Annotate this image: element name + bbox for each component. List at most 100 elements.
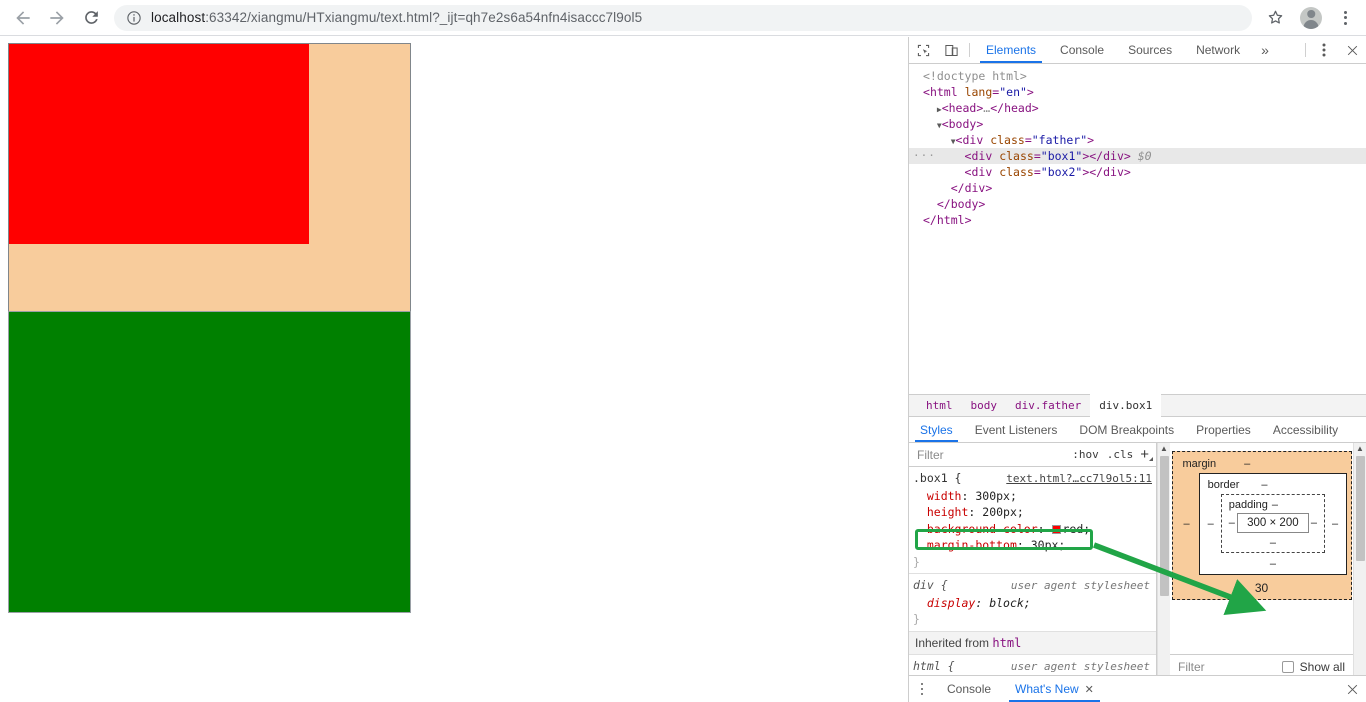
- dom-line-html[interactable]: <html lang="en">: [909, 84, 1366, 100]
- box-model-border[interactable]: border – – padding – – 300 × 200 – – – –: [1198, 473, 1348, 575]
- dom-line-body[interactable]: ▼<body>: [909, 116, 1366, 132]
- devtools-settings-button[interactable]: [1310, 37, 1338, 63]
- tab-network[interactable]: Network: [1184, 37, 1252, 63]
- declaration-background-color-prop[interactable]: background-color: [927, 522, 1038, 536]
- address-bar-url: localhost:63342/xiangmu/HTxiangmu/text.h…: [151, 10, 642, 25]
- dom-line-head[interactable]: ▶<head>…</head>: [909, 100, 1366, 116]
- box-model-margin-left[interactable]: –: [1181, 518, 1193, 530]
- style-rule-html-source: user agent stylesheet: [1010, 660, 1150, 673]
- subtab-dom-breakpoints[interactable]: DOM Breakpoints: [1068, 417, 1185, 442]
- style-rules-scrollbar[interactable]: ▲ ▼: [1157, 443, 1170, 702]
- declaration-margin-bottom[interactable]: margin-bottom: 30px;: [909, 537, 1156, 554]
- inherited-from-node[interactable]: html: [992, 636, 1021, 650]
- page-box2-green[interactable]: [8, 311, 411, 613]
- dom-line-close-father[interactable]: </div>: [909, 180, 1366, 196]
- show-all-checkbox[interactable]: [1281, 661, 1294, 673]
- box-model-margin-label: margin: [1182, 458, 1217, 470]
- more-tabs-button[interactable]: »: [1252, 37, 1278, 63]
- breadcrumb-item-body[interactable]: body: [962, 394, 1007, 417]
- scrollbar-thumb[interactable]: [1159, 456, 1169, 596]
- reload-button[interactable]: [74, 1, 108, 35]
- drawer-tab-whats-new-label: What's New: [1015, 682, 1079, 696]
- box-model-border-left[interactable]: –: [1206, 518, 1216, 530]
- box-model-border-top[interactable]: –: [1261, 479, 1267, 491]
- subtab-accessibility[interactable]: Accessibility: [1262, 417, 1349, 442]
- computed-scroll-up-arrow-icon[interactable]: ▲: [1356, 443, 1364, 455]
- style-rules-list[interactable]: .box1 { text.html?…cc7l9ol5:11 width: 30…: [909, 467, 1156, 702]
- style-rule-div[interactable]: div { user agent stylesheet display: blo…: [909, 574, 1156, 632]
- box-model-padding-right[interactable]: –: [1309, 517, 1319, 529]
- subtab-event-listeners[interactable]: Event Listeners: [964, 417, 1069, 442]
- declaration-background-color-value[interactable]: red;: [1063, 522, 1091, 536]
- dom-line-div-box1[interactable]: ··· <div class="box1"></div> $0: [909, 148, 1366, 164]
- declaration-width[interactable]: width: 300px;: [909, 488, 1156, 505]
- computed-pane-scrollbar[interactable]: ▲ ▼: [1353, 443, 1366, 702]
- color-swatch-red[interactable]: [1051, 524, 1061, 534]
- declaration-height-value[interactable]: 200px;: [982, 505, 1024, 519]
- dom-row-menu-icon[interactable]: ···: [913, 148, 936, 164]
- dom-line-close-body[interactable]: </body>: [909, 196, 1366, 212]
- force-state-hov-button[interactable]: :hov: [1068, 448, 1103, 461]
- box-model-padding-left[interactable]: –: [1227, 517, 1237, 529]
- box-model-padding-bottom[interactable]: –: [1227, 537, 1319, 549]
- box-model-content-size[interactable]: 300 × 200: [1236, 513, 1309, 533]
- dom-line-close-html[interactable]: </html>: [909, 212, 1366, 228]
- device-toolbar-icon: [944, 44, 958, 56]
- drawer-tab-close-icon[interactable]: ✕: [1085, 683, 1094, 696]
- box-model-padding[interactable]: padding – – 300 × 200 – –: [1220, 494, 1325, 553]
- styles-filter-input[interactable]: Filter: [917, 448, 1068, 462]
- breadcrumb-item-html[interactable]: html: [917, 394, 962, 417]
- declaration-width-prop[interactable]: width: [927, 489, 962, 503]
- box-model-padding-top[interactable]: –: [1272, 499, 1278, 511]
- devtools-close-button[interactable]: [1338, 37, 1366, 63]
- declaration-margin-bottom-value[interactable]: 30px;: [1031, 538, 1066, 552]
- breadcrumb-item-div-box1[interactable]: div.box1: [1090, 394, 1162, 417]
- declaration-height-prop[interactable]: height: [927, 505, 969, 519]
- dom-tree[interactable]: <!doctype html> <html lang="en"> ▶<head>…: [909, 64, 1366, 394]
- profile-button[interactable]: [1296, 3, 1326, 33]
- scroll-up-arrow-icon[interactable]: ▲: [1160, 443, 1168, 455]
- dom-line-div-father[interactable]: ▼<div class="father">: [909, 132, 1366, 148]
- style-rule-div-selector: div {: [913, 578, 948, 592]
- box-model-margin[interactable]: margin – – border – – padding – – 300 × …: [1171, 451, 1352, 600]
- dom-line-doctype[interactable]: <!doctype html>: [909, 68, 1366, 84]
- drawer-close-button[interactable]: [1337, 676, 1366, 702]
- inspect-element-button[interactable]: [909, 37, 937, 63]
- style-rule-box1-selector[interactable]: .box1 {: [913, 470, 961, 487]
- style-rule-box1-source-link[interactable]: text.html?…cc7l9ol5:11: [1006, 471, 1152, 488]
- dom-line-div-box2[interactable]: <div class="box2"></div>: [909, 164, 1366, 180]
- tab-elements[interactable]: Elements: [974, 37, 1048, 63]
- computed-scrollbar-thumb[interactable]: [1355, 456, 1365, 561]
- subtab-styles[interactable]: Styles: [909, 417, 964, 442]
- new-style-rule-button[interactable]: +: [1137, 447, 1153, 462]
- close-icon: [1347, 684, 1357, 694]
- drawer-tab-whats-new[interactable]: What's New ✕: [1003, 676, 1106, 702]
- tab-console[interactable]: Console: [1048, 37, 1116, 63]
- page-box1-red[interactable]: [9, 44, 309, 244]
- browser-menu-button[interactable]: [1332, 3, 1358, 33]
- inherited-from-text: Inherited from: [915, 635, 990, 650]
- device-toolbar-button[interactable]: [937, 37, 965, 63]
- computed-filter-input[interactable]: Filter: [1178, 660, 1276, 674]
- element-classes-button[interactable]: .cls: [1103, 448, 1138, 461]
- bookmark-button[interactable]: [1260, 3, 1290, 33]
- show-all-label[interactable]: Show all: [1300, 660, 1345, 674]
- back-button[interactable]: [6, 1, 40, 35]
- drawer-menu-button[interactable]: [909, 676, 935, 702]
- tab-sources[interactable]: Sources: [1116, 37, 1184, 63]
- declaration-height[interactable]: height: 200px;: [909, 504, 1156, 521]
- drawer-tab-console[interactable]: Console: [935, 676, 1003, 702]
- breadcrumb-item-div-father[interactable]: div.father: [1006, 394, 1090, 417]
- declaration-background-color[interactable]: background-color: red;: [909, 521, 1156, 538]
- style-rule-box1[interactable]: .box1 { text.html?…cc7l9ol5:11 width: 30…: [909, 467, 1156, 574]
- box-model-border-bottom[interactable]: –: [1206, 558, 1341, 570]
- declaration-margin-bottom-prop[interactable]: margin-bottom: [927, 538, 1017, 552]
- declaration-width-value[interactable]: 300px;: [975, 489, 1017, 503]
- forward-button[interactable]: [40, 1, 74, 35]
- box-model-margin-top[interactable]: –: [1244, 458, 1250, 470]
- address-bar[interactable]: localhost:63342/xiangmu/HTxiangmu/text.h…: [114, 4, 1252, 31]
- box-model-border-right[interactable]: –: [1330, 518, 1340, 530]
- kebab-menu-icon: [1343, 10, 1347, 14]
- subtab-properties[interactable]: Properties: [1185, 417, 1262, 442]
- box-model-margin-bottom[interactable]: 30: [1181, 578, 1343, 595]
